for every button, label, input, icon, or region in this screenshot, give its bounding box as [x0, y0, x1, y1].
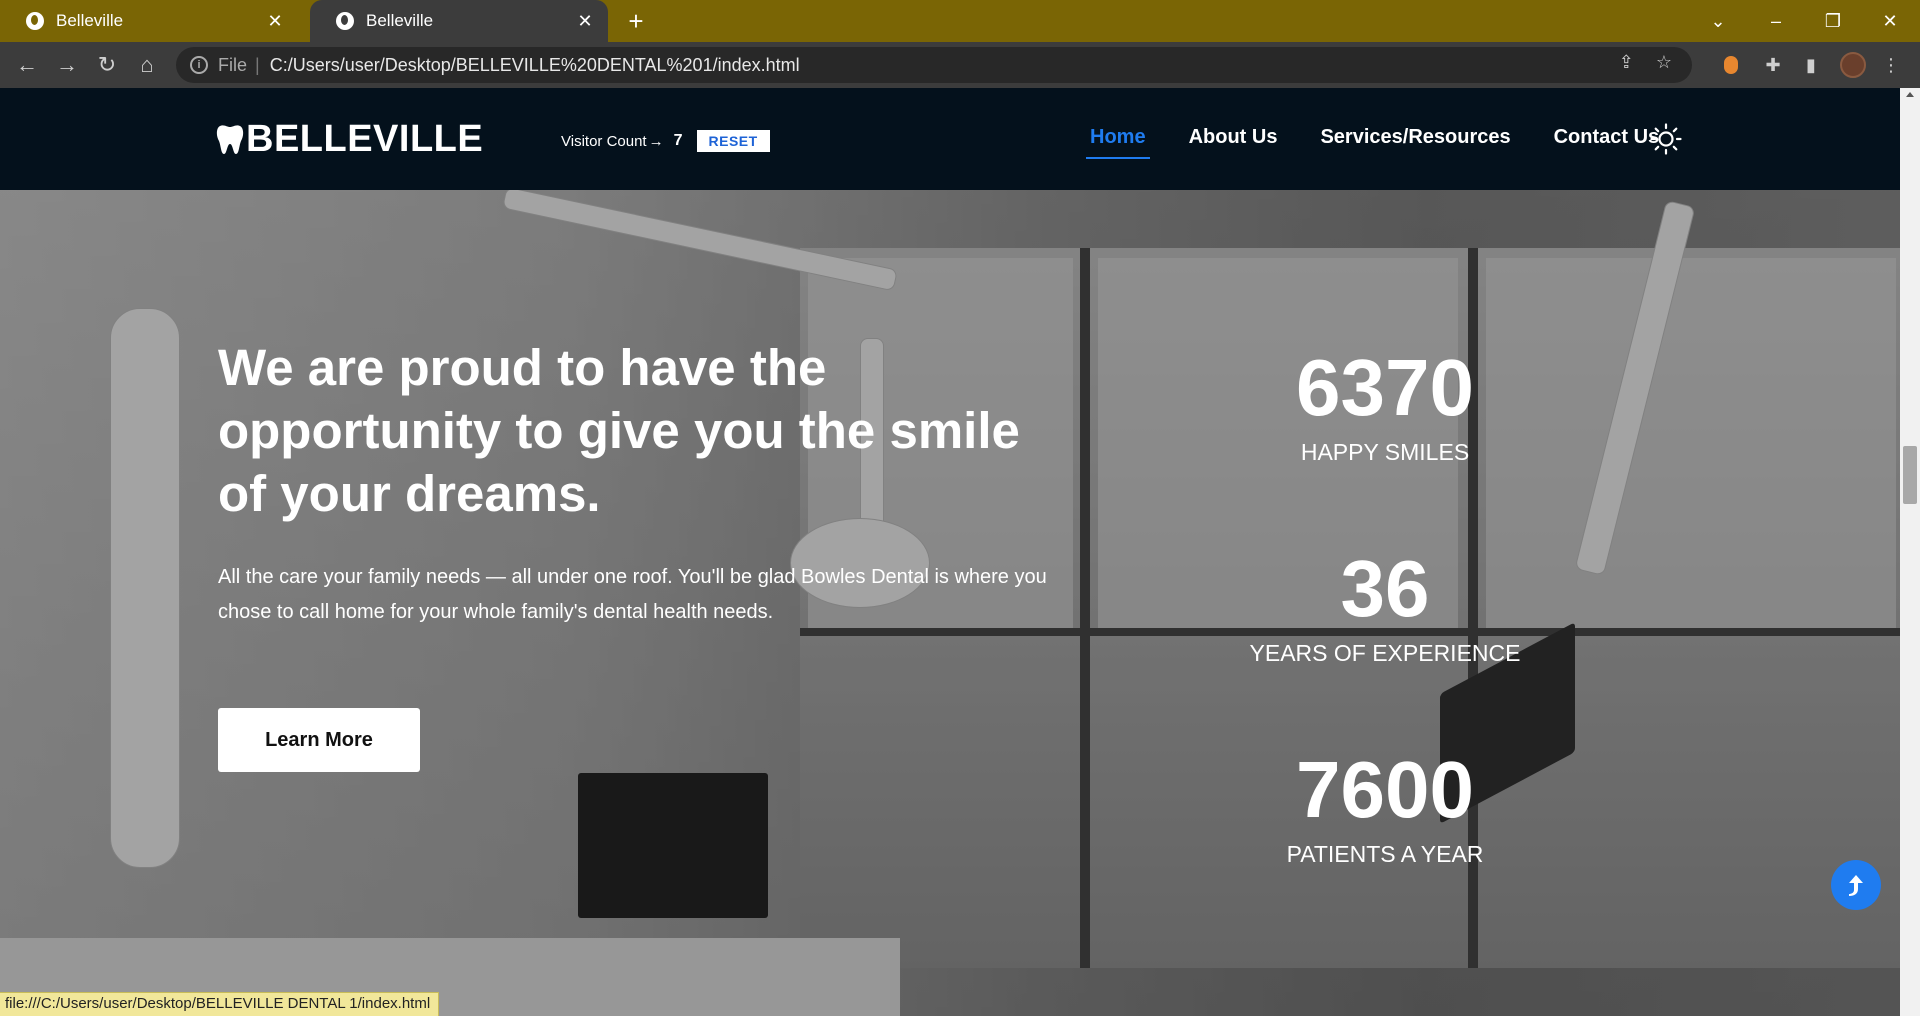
hero-title: We are proud to have the opportunity to … — [218, 339, 1020, 522]
browser-tab[interactable]: Belleville ✕ — [0, 0, 298, 42]
side-panel-icon[interactable]: ▮ — [1800, 54, 1822, 76]
back-icon[interactable]: ← — [12, 50, 42, 80]
status-bar-url: file:///C:/Users/user/Desktop/BELLEVILLE… — [0, 992, 440, 1016]
learn-more-button[interactable]: Learn More — [218, 708, 420, 772]
bookmark-star-icon[interactable]: ☆ — [1656, 52, 1672, 73]
hero-background — [0, 88, 1900, 1016]
close-icon[interactable]: ✕ — [576, 12, 594, 30]
tab-title: Belleville — [366, 11, 434, 30]
puzzle-icon[interactable]: ✚ — [1762, 54, 1784, 76]
nav-item-contact-us[interactable]: Contact Us — [1550, 126, 1664, 159]
scroll-up-arrow-icon[interactable] — [1906, 92, 1914, 97]
visitor-label: Visitor Count — [561, 132, 647, 150]
stat-label: YEARS OF EXPERIENCE — [1249, 640, 1521, 666]
stat-label: HAPPY SMILES — [1300, 439, 1470, 465]
site-logo[interactable]: BELLEVILLE — [216, 118, 483, 161]
back-to-top-button[interactable] — [1831, 860, 1881, 910]
browser-tabstrip: Belleville ✕ Belleville ✕ + ⌄ – ❐ ✕ — [0, 0, 1920, 42]
close-icon[interactable]: ✕ — [266, 12, 284, 30]
nav-item-home[interactable]: Home — [1086, 126, 1150, 159]
share-icon[interactable]: ⇪ — [1619, 52, 1634, 73]
scrollbar-thumb[interactable] — [1903, 446, 1917, 504]
main-nav: Home About Us Services/Resources Contact… — [1086, 126, 1663, 159]
arrow-up-icon — [1849, 875, 1863, 896]
tab-title: Belleville — [56, 11, 124, 30]
home-icon[interactable]: ⌂ — [132, 50, 162, 80]
visitor-counter: Visitor Count → 7 RESET — [561, 130, 770, 152]
scheme-label: File — [218, 54, 248, 75]
page-scrollbar[interactable] — [1900, 88, 1920, 1016]
stat-happy-smiles: 6370 HAPPY SMILES — [1185, 343, 1585, 466]
site-header: BELLEVILLE Visitor Count → 7 RESET Home … — [0, 88, 1900, 190]
stat-value: 7600 — [1296, 745, 1474, 834]
stat-years-experience: 36 YEARS OF EXPERIENCE — [1185, 544, 1585, 667]
profile-avatar[interactable] — [1840, 52, 1866, 78]
brand-name: BELLEVILLE — [246, 118, 484, 160]
stat-value: 6370 — [1296, 343, 1474, 432]
info-icon[interactable]: i — [190, 56, 208, 74]
stat-patients-year: 7600 PATIENTS A YEAR — [1185, 745, 1585, 868]
new-tab-button[interactable]: + — [622, 8, 650, 34]
tab-search-icon[interactable]: ⌄ — [1698, 6, 1738, 36]
hero-description: All the care your family needs — all und… — [218, 566, 1047, 623]
window-close-icon[interactable]: ✕ — [1870, 6, 1910, 36]
menu-dots-icon[interactable]: ⋮ — [1880, 54, 1902, 76]
address-url[interactable]: C:/Users/user/Desktop/BELLEVILLE%20DENTA… — [270, 55, 800, 76]
globe-icon — [26, 12, 44, 30]
stat-value: 36 — [1340, 544, 1430, 633]
nav-item-about-us[interactable]: About Us — [1185, 126, 1282, 159]
visitor-count: 7 — [673, 132, 683, 149]
sun-icon[interactable] — [1650, 123, 1682, 155]
browser-tab-active[interactable]: Belleville ✕ — [310, 0, 608, 42]
address-bar[interactable]: i File | C:/Users/user/Desktop/BELLEVILL… — [176, 47, 1692, 83]
address-separator: | — [255, 54, 260, 75]
tooth-icon — [216, 124, 244, 154]
extension-icon[interactable] — [1724, 56, 1738, 74]
visitor-arrow: → — [648, 132, 664, 150]
restore-icon[interactable]: ❐ — [1813, 6, 1853, 36]
nav-item-services-resources[interactable]: Services/Resources — [1316, 126, 1514, 159]
minimize-icon[interactable]: – — [1756, 6, 1796, 36]
browser-toolbar: ← → ↻ ⌂ i File | C:/Users/user/Desktop/B… — [0, 42, 1920, 88]
reset-button[interactable]: RESET — [696, 130, 770, 152]
globe-icon — [336, 12, 354, 30]
reload-icon[interactable]: ↻ — [92, 50, 122, 80]
page-viewport: BELLEVILLE Visitor Count → 7 RESET Home … — [0, 88, 1900, 1016]
stat-label: PATIENTS A YEAR — [1286, 841, 1484, 867]
forward-icon[interactable]: → — [52, 50, 82, 80]
